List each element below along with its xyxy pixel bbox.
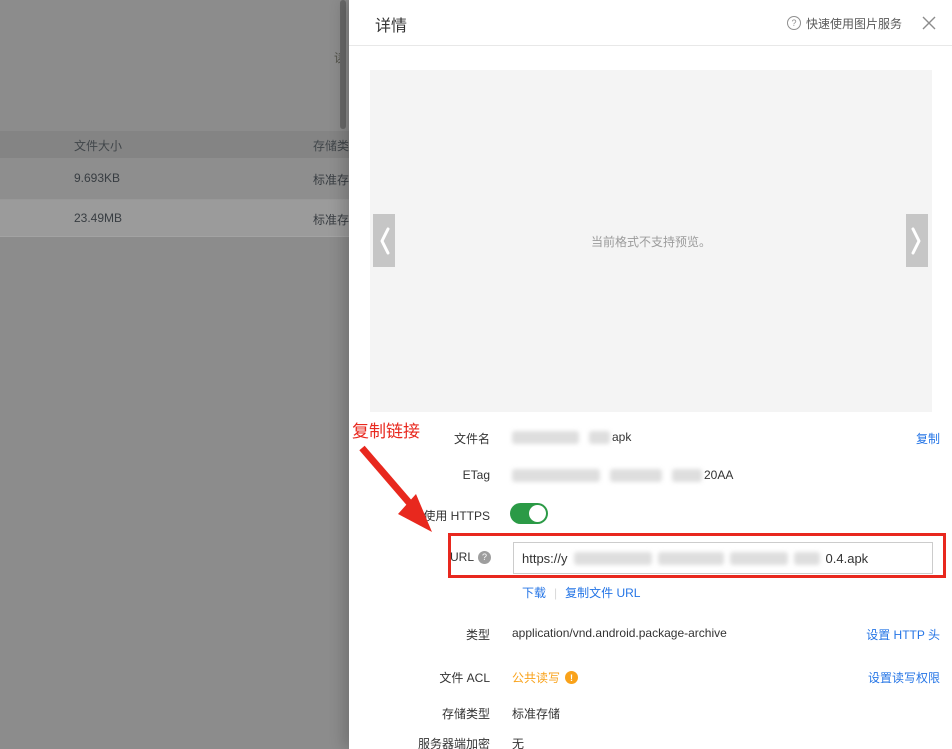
type-row: 类型 application/vnd.android.package-archi… (349, 626, 952, 644)
page-scrollbar (340, 0, 346, 129)
etag-visible-suffix: 20AA (704, 468, 733, 482)
cell-storageclass: 标准存 (313, 171, 349, 188)
filename-row: 文件名 apk 复制 (349, 430, 952, 448)
details-panel: 详情 ? 快速使用图片服务 当前格式不支持预览。 文件名 apk 复制 (349, 0, 952, 749)
redacted-block (610, 469, 662, 482)
annotation-copy-link-label: 复制链接 (352, 417, 420, 442)
storage-label: 存储类型 (370, 705, 490, 722)
encryption-label: 服务器端加密 (370, 735, 490, 749)
acl-row: 文件 ACL 公共读写 ! 设置读写权限 (349, 669, 952, 687)
url-input[interactable]: https://y 0.4.apk (513, 542, 933, 574)
etag-label: ETag (370, 468, 490, 482)
redacted-block (512, 469, 600, 482)
redacted-block (658, 552, 724, 565)
prev-arrow-button[interactable] (373, 214, 395, 267)
close-icon[interactable] (920, 14, 938, 32)
warning-icon: ! (565, 671, 578, 684)
cell-filesize: 23.49MB (74, 211, 122, 225)
url-visible-prefix: https://y (522, 551, 568, 566)
filename-value: apk (512, 430, 631, 444)
page-title: 详情 (375, 12, 407, 36)
copy-file-url-link[interactable]: 复制文件 URL (565, 584, 640, 601)
url-visible-suffix: 0.4.apk (826, 551, 869, 566)
column-header-filesize: 文件大小 (74, 137, 122, 154)
redacted-block (730, 552, 788, 565)
preview-area: 当前格式不支持预览。 (370, 70, 932, 412)
help-icon: ? (787, 16, 801, 30)
quick-image-service-link[interactable]: ? 快速使用图片服务 (787, 15, 902, 32)
encryption-value: 无 (512, 735, 524, 749)
panel-header: 详情 ? 快速使用图片服务 (349, 0, 952, 46)
type-label: 类型 (370, 626, 490, 643)
https-row: 使用 HTTPS (349, 503, 952, 525)
acl-value: 公共读写 (512, 669, 560, 686)
url-label: URL (450, 550, 474, 564)
set-acl-link[interactable]: 设置读写权限 (868, 669, 940, 686)
encryption-row: 服务器端加密 无 (349, 735, 952, 749)
download-link[interactable]: 下载 (522, 584, 546, 601)
etag-row: ETag 20AA (349, 468, 952, 486)
redacted-block (574, 552, 652, 565)
storage-value: 标准存储 (512, 705, 560, 722)
redacted-block (794, 552, 820, 565)
redacted-block (589, 431, 610, 444)
redacted-block (512, 431, 579, 444)
copy-filename-button[interactable]: 复制 (916, 430, 940, 447)
https-label: 使用 HTTPS (370, 507, 490, 524)
etag-value: 20AA (512, 468, 733, 482)
type-value: application/vnd.android.package-archive (512, 626, 727, 640)
acl-label: 文件 ACL (370, 669, 490, 686)
column-header-storageclass: 存储类 (313, 137, 349, 154)
divider: | (554, 586, 557, 600)
redacted-block (672, 469, 702, 482)
set-http-headers-link[interactable]: 设置 HTTP 头 (866, 626, 940, 643)
https-toggle[interactable] (510, 503, 548, 524)
quick-image-service-label: 快速使用图片服务 (806, 15, 902, 32)
filename-visible-suffix: apk (612, 430, 631, 444)
toggle-knob (529, 505, 546, 522)
storage-row: 存储类型 标准存储 (349, 705, 952, 723)
preview-unsupported-message: 当前格式不支持预览。 (591, 233, 711, 250)
cell-storageclass: 标准存 (313, 211, 349, 228)
cell-filesize: 9.693KB (74, 171, 120, 185)
url-row: URL ? https://y 0.4.apk (349, 542, 952, 574)
next-arrow-button[interactable] (906, 214, 928, 267)
url-help-icon[interactable]: ? (478, 551, 491, 564)
url-actions-row: 下载 | 复制文件 URL (349, 584, 952, 598)
